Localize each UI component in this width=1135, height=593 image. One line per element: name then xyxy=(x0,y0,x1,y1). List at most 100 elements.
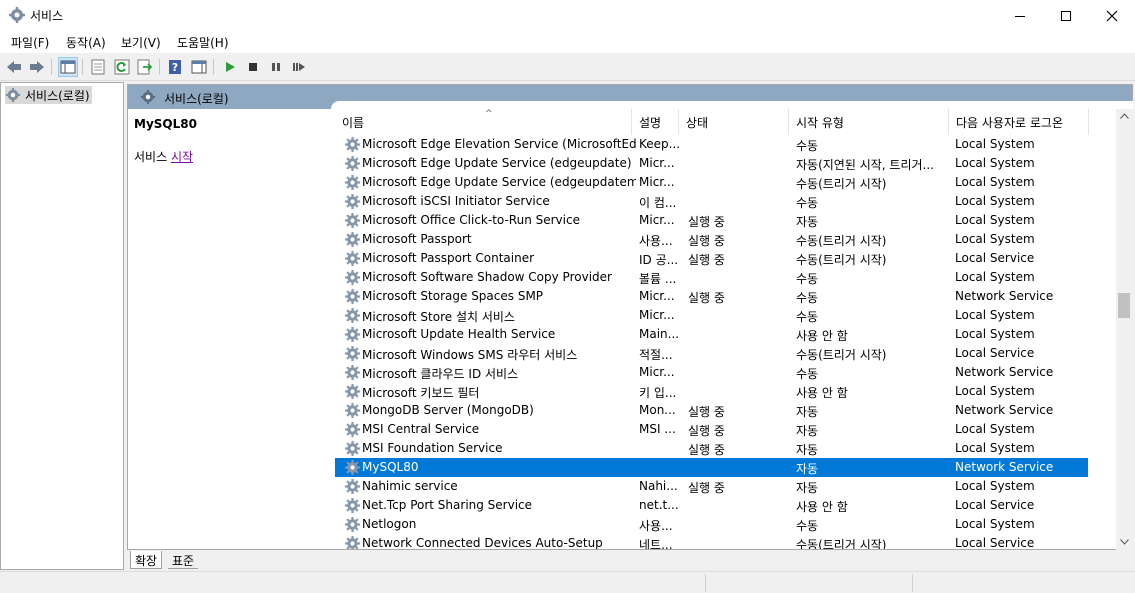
service-gear-icon xyxy=(344,402,361,419)
service-logon-cell: Network Service xyxy=(955,365,1054,379)
service-startup-type-cell: 수동 xyxy=(796,196,819,210)
service-name-cell: Microsoft Edge Update Service (edgeupdat… xyxy=(362,175,636,189)
scroll-up-icon[interactable] xyxy=(1120,113,1129,119)
tree-item-services-local[interactable]: 서비스(로컬) xyxy=(5,86,92,104)
service-row[interactable]: Microsoft Passport Container ID 공... 실행 중 수… xyxy=(335,249,1088,268)
column-header-logon-as[interactable]: 다음 사용자로 로그온 xyxy=(949,109,1089,135)
service-name-cell: Network Connected Devices Auto-Setup xyxy=(362,536,603,549)
close-icon xyxy=(1106,10,1118,21)
service-name-cell: MongoDB Server (MongoDB) xyxy=(362,403,534,417)
service-row[interactable]: MSI Central Service MSI ... 실행 중 자동 Local Sy… xyxy=(335,420,1088,439)
svg-text:?: ? xyxy=(172,61,178,74)
service-row[interactable]: Microsoft Edge Update Service (edgeupdat… xyxy=(335,154,1088,173)
service-row[interactable]: Microsoft iSCSI Initiator Service 이 컴... 수… xyxy=(335,192,1088,211)
column-header-name[interactable]: ^ 이름 xyxy=(335,109,632,135)
service-logon-cell: Local System xyxy=(955,308,1035,322)
service-logon-cell: Local System xyxy=(955,479,1035,493)
properties-button[interactable] xyxy=(88,57,108,77)
service-description-cell: 이 컴... xyxy=(639,196,677,210)
service-startup-type-cell: 사용 안 함 xyxy=(796,386,848,400)
service-row[interactable]: MySQL80 자동 Network Service xyxy=(335,458,1088,477)
service-status-cell: 실행 중 xyxy=(688,253,725,267)
service-name-cell: MSI Foundation Service xyxy=(362,441,503,455)
stop-service-button[interactable] xyxy=(243,57,263,77)
service-name-cell: MySQL80 xyxy=(362,460,419,474)
status-bar xyxy=(0,571,1135,593)
service-row[interactable]: Microsoft Passport 사용... 실행 중 수동(트리거 시작) Loc… xyxy=(335,230,1088,249)
column-header-status[interactable]: 상태 xyxy=(679,109,789,135)
service-row[interactable]: Microsoft Edge Elevation Service (Micros… xyxy=(335,135,1088,154)
service-row[interactable]: Microsoft Update Health Service Main... 사용… xyxy=(335,325,1088,344)
help-button[interactable]: ? xyxy=(165,57,185,77)
service-row[interactable]: Netlogon 사용... 수동 Local System xyxy=(335,515,1088,534)
service-row[interactable]: Microsoft Office Click-to-Run Service Mic… xyxy=(335,211,1088,230)
service-logon-cell: Local System xyxy=(955,441,1035,455)
minimize-button[interactable] xyxy=(997,0,1043,31)
scrollbar-thumb[interactable] xyxy=(1118,293,1130,318)
service-row[interactable]: Microsoft Storage Spaces SMP Micr... 실행 중 수… xyxy=(335,287,1088,306)
service-row[interactable]: Microsoft Edge Update Service (edgeupdat… xyxy=(335,173,1088,192)
service-startup-type-cell: 사용 안 함 xyxy=(796,329,848,343)
service-startup-type-cell: 자동 xyxy=(796,462,819,476)
service-name-cell: Microsoft 클라우드 ID 서비스 xyxy=(362,367,519,381)
show-console-tree-button[interactable] xyxy=(58,57,78,77)
action-prefix: 서비스 xyxy=(134,150,171,164)
service-row[interactable]: Nahimic service Nahi... 실행 중 자동 Local System xyxy=(335,477,1088,496)
pause-service-button[interactable] xyxy=(266,57,286,77)
service-gear-icon xyxy=(344,250,361,267)
help-icon: ? xyxy=(169,60,181,74)
export-list-button[interactable] xyxy=(135,57,155,77)
service-name-cell: Microsoft Passport xyxy=(362,232,472,246)
service-row[interactable]: Microsoft Software Shadow Copy Provider 볼… xyxy=(335,268,1088,287)
service-logon-cell: Local System xyxy=(955,213,1035,227)
service-gear-icon xyxy=(344,516,361,533)
menu-file[interactable]: 파일(F) xyxy=(11,34,49,51)
start-service-link[interactable]: 시작 xyxy=(171,150,193,164)
back-button[interactable] xyxy=(4,57,24,77)
refresh-button[interactable] xyxy=(112,57,132,77)
service-row[interactable]: Microsoft 클라우드 ID 서비스 Micr... 수동 Network Se… xyxy=(335,363,1088,382)
menu-help[interactable]: 도움말(H) xyxy=(177,34,229,51)
service-row[interactable]: MSI Foundation Service 실행 중 자동 Local System xyxy=(335,439,1088,458)
service-row[interactable]: Microsoft Windows SMS 라우터 서비스 적절... 수동(트리거… xyxy=(335,344,1088,363)
tab-standard[interactable]: 표준 xyxy=(168,551,199,569)
service-row[interactable]: Microsoft 키보드 필터 키 입... 사용 안 함 Local System xyxy=(335,382,1088,401)
service-row[interactable]: Net.Tcp Port Sharing Service net.t... 사용 안… xyxy=(335,496,1088,515)
maximize-button[interactable] xyxy=(1043,0,1089,31)
scroll-down-icon[interactable] xyxy=(1120,539,1129,545)
restart-icon xyxy=(293,63,305,71)
view-tabs: 확장 표준 xyxy=(128,550,1133,570)
service-startup-type-cell: 수동 xyxy=(796,367,819,381)
toolbar-separator xyxy=(51,59,52,75)
menu-view[interactable]: 보기(V) xyxy=(121,34,161,51)
selected-service-name: MySQL80 xyxy=(134,117,197,131)
service-name-cell: Microsoft Software Shadow Copy Provider xyxy=(362,270,612,284)
show-action-pane-button[interactable] xyxy=(189,57,209,77)
column-header-label: 상태 xyxy=(686,115,709,130)
close-button[interactable] xyxy=(1089,0,1135,31)
service-row[interactable]: Microsoft Store 설치 서비스 Micr... 수동 Local Sys… xyxy=(335,306,1088,325)
menu-action[interactable]: 동작(A) xyxy=(66,34,106,51)
service-gear-icon xyxy=(344,383,361,400)
service-logon-cell: Network Service xyxy=(955,460,1054,474)
action-pane-icon xyxy=(191,60,207,74)
tab-extended[interactable]: 확장 xyxy=(130,551,163,569)
service-row[interactable]: Network Connected Devices Auto-Setup 네트..… xyxy=(335,534,1088,549)
service-name-cell: Microsoft Edge Elevation Service (Micros… xyxy=(362,137,636,151)
service-name-cell: MSI Central Service xyxy=(362,422,480,436)
service-logon-cell: Network Service xyxy=(955,289,1054,303)
service-gear-icon xyxy=(344,421,361,438)
vertical-scrollbar[interactable] xyxy=(1116,109,1133,550)
services-list: ^ 이름 설명 상태 시작 유형 다음 사용자로 로그온 Microsoft E… xyxy=(335,109,1116,549)
service-row[interactable]: MongoDB Server (MongoDB) Mon... 실행 중 자동 Netw… xyxy=(335,401,1088,420)
service-startup-type-cell: 수동(트리거 시작) xyxy=(796,177,887,191)
start-service-button[interactable] xyxy=(220,57,240,77)
service-name-cell: Microsoft 키보드 필터 xyxy=(362,386,480,400)
service-detail-pane: MySQL80 서비스 시작 xyxy=(128,109,328,549)
column-header-description[interactable]: 설명 xyxy=(632,109,679,135)
forward-button[interactable] xyxy=(27,57,47,77)
service-logon-cell: Local System xyxy=(955,194,1035,208)
restart-service-button[interactable] xyxy=(289,57,309,77)
column-header-startup-type[interactable]: 시작 유형 xyxy=(789,109,949,135)
service-gear-icon xyxy=(344,269,361,286)
